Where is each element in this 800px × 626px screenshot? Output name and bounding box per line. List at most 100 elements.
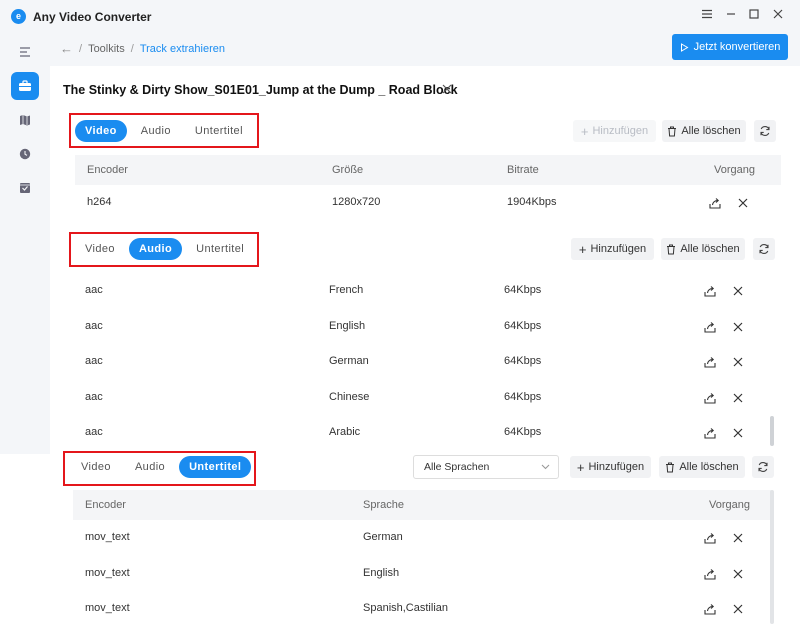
encoder-cell: mov_text	[85, 602, 130, 614]
convert-now-label: Jetzt konvertieren	[693, 41, 781, 53]
encoder-cell: mov_text	[85, 566, 130, 579]
delete-icon[interactable]	[731, 531, 745, 545]
export-icon[interactable]	[703, 602, 717, 616]
refresh-icon	[760, 126, 770, 136]
export-icon[interactable]	[703, 320, 717, 334]
add-button[interactable]: + Hinzufügen	[571, 238, 654, 260]
refresh-button[interactable]	[752, 456, 774, 478]
breadcrumb: ← / Toolkits / Track extrahieren	[60, 41, 225, 56]
track-tabs: Video Audio Untertitel	[75, 238, 258, 260]
bitrate-cell: 64Kbps	[504, 355, 542, 367]
export-icon[interactable]	[703, 355, 717, 369]
tab-video[interactable]: Video	[75, 120, 127, 142]
table-row: mov_text Spanish,Castilian	[73, 591, 779, 626]
video-table-header: Encoder Größe Bitrate Vorgang	[75, 155, 781, 185]
export-icon[interactable]	[703, 284, 717, 298]
delete-icon[interactable]	[736, 196, 750, 210]
breadcrumb-toolkits[interactable]: Toolkits	[88, 43, 125, 55]
tab-subtitle[interactable]: Untertitel	[186, 238, 254, 260]
add-label: Hinzufügen	[592, 125, 649, 137]
add-button[interactable]: + Hinzufügen	[573, 120, 656, 142]
export-icon[interactable]	[703, 426, 717, 440]
bitrate-cell: 1904Kbps	[507, 196, 557, 208]
bitrate-cell: 64Kbps	[504, 390, 542, 403]
export-icon[interactable]	[708, 196, 722, 210]
table-row: aac German 64Kbps	[73, 344, 779, 379]
refresh-button[interactable]	[754, 120, 776, 142]
delete-icon[interactable]	[731, 602, 745, 616]
column-header: Vorgang	[714, 164, 755, 176]
toolkit-icon[interactable]	[11, 72, 39, 100]
close-file-icon[interactable]	[442, 82, 452, 97]
table-row: aac Arabic 64Kbps	[73, 415, 779, 450]
subtitle-table-header: Encoder Sprache Vorgang	[73, 490, 771, 520]
tab-subtitle[interactable]: Untertitel	[179, 456, 252, 478]
map-icon[interactable]	[11, 106, 39, 134]
delete-icon[interactable]	[731, 320, 745, 334]
audio-scrollbar[interactable]	[770, 416, 774, 446]
bitrate-cell: 64Kbps	[504, 426, 542, 438]
delete-icon[interactable]	[731, 355, 745, 369]
tab-video[interactable]: Video	[71, 456, 121, 478]
clear-all-button[interactable]: Alle löschen	[662, 120, 746, 142]
clear-all-label: Alle löschen	[679, 461, 739, 473]
column-header: Bitrate	[507, 164, 539, 176]
refresh-icon	[758, 462, 768, 472]
convert-now-button[interactable]: Jetzt konvertieren	[672, 34, 788, 60]
plus-icon: +	[576, 459, 585, 475]
encoder-cell: mov_text	[85, 531, 130, 543]
tab-video[interactable]: Video	[75, 238, 125, 260]
task-check-icon[interactable]	[11, 174, 39, 202]
chevron-down-icon	[541, 464, 550, 470]
subtitle-scrollbar[interactable]	[770, 490, 774, 624]
clear-all-button[interactable]: Alle löschen	[661, 238, 745, 260]
export-icon[interactable]	[703, 531, 717, 545]
encoder-cell: aac	[85, 426, 103, 438]
encoder-cell: h264	[87, 196, 112, 208]
breadcrumb-separator: /	[79, 42, 83, 55]
tab-audio[interactable]: Audio	[131, 120, 181, 142]
size-cell: 1280x720	[332, 196, 381, 208]
collapse-sidebar-icon[interactable]	[11, 38, 39, 66]
play-icon	[680, 42, 689, 52]
column-header: Encoder	[85, 499, 126, 511]
add-label: Hinzufügen	[588, 461, 645, 473]
language-cell: Spanish,Castilian	[363, 602, 448, 614]
column-header: Encoder	[87, 164, 128, 176]
language-cell: English	[329, 319, 366, 332]
bitrate-cell: 64Kbps	[504, 319, 542, 332]
export-icon[interactable]	[703, 567, 717, 581]
language-select[interactable]: Alle Sprachen	[413, 455, 559, 479]
table-row: h264 1280x720 1904Kbps	[75, 185, 781, 220]
close-window-icon[interactable]	[770, 8, 786, 24]
app-logo-icon: e	[11, 9, 26, 24]
main-panel: The Stinky & Dirty Show_S01E01_Jump at t…	[50, 66, 800, 624]
table-row: aac French 64Kbps	[73, 273, 779, 308]
track-tabs: Video Audio Untertitel	[75, 120, 257, 142]
back-arrow-icon[interactable]: ←	[60, 41, 73, 56]
menu-icon[interactable]	[699, 8, 715, 24]
refresh-button[interactable]	[753, 238, 775, 260]
clear-all-button[interactable]: Alle löschen	[659, 456, 745, 478]
delete-icon[interactable]	[731, 426, 745, 440]
table-row: mov_text German	[73, 520, 779, 555]
language-cell: French	[329, 284, 364, 296]
encoder-cell: aac	[85, 319, 103, 332]
delete-icon[interactable]	[731, 391, 745, 405]
breadcrumb-current: Track extrahieren	[139, 42, 225, 55]
maximize-icon[interactable]	[746, 8, 762, 24]
encoder-cell: aac	[85, 284, 103, 296]
trash-icon	[667, 244, 676, 254]
minimize-icon[interactable]	[723, 8, 739, 24]
delete-icon[interactable]	[731, 284, 745, 298]
encoder-cell: aac	[85, 355, 103, 367]
tab-audio[interactable]: Audio	[125, 456, 175, 478]
delete-icon[interactable]	[731, 567, 745, 581]
history-clock-icon[interactable]	[11, 140, 39, 168]
add-button[interactable]: + Hinzufügen	[570, 456, 651, 478]
trash-icon	[668, 126, 677, 136]
export-icon[interactable]	[703, 391, 717, 405]
tab-subtitle[interactable]: Untertitel	[185, 120, 253, 142]
tab-audio[interactable]: Audio	[128, 238, 183, 260]
app-title: Any Video Converter	[33, 10, 152, 24]
